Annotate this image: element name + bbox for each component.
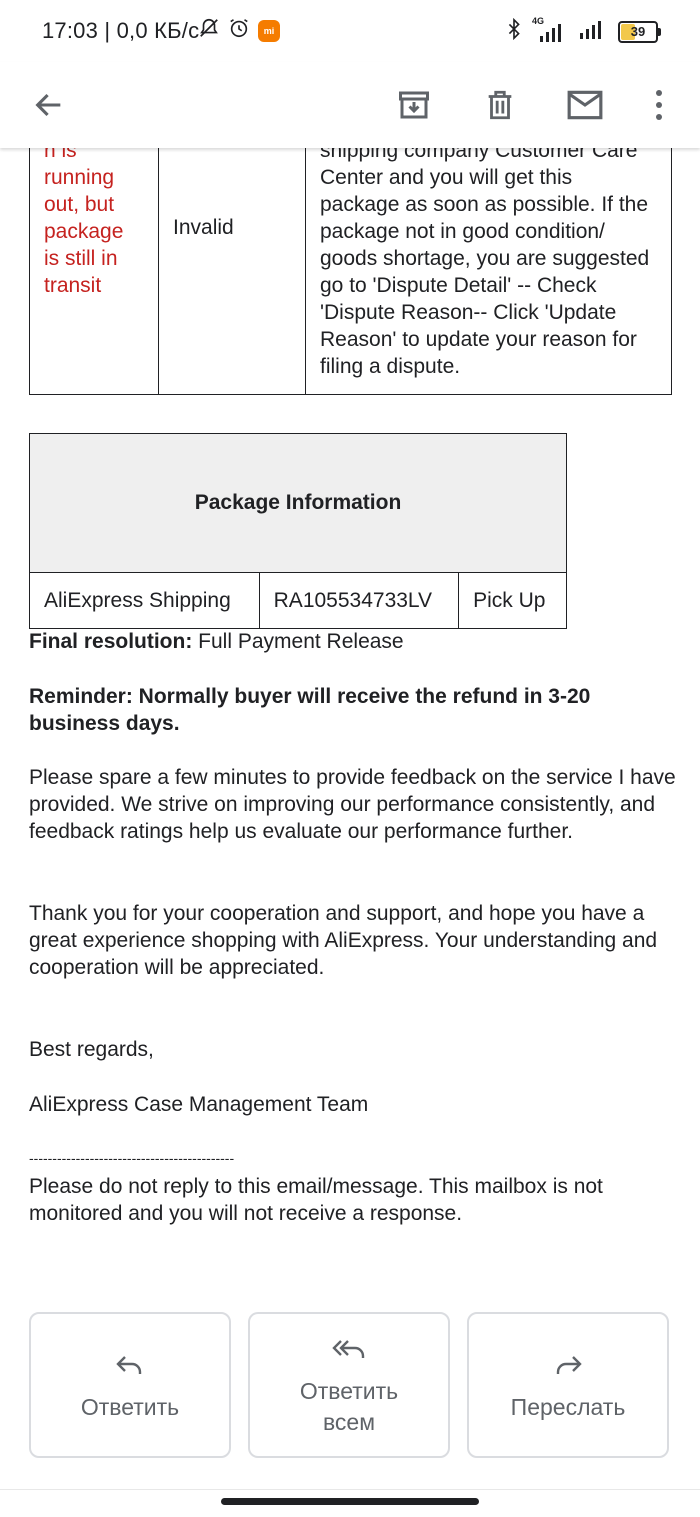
battery-icon: 39	[618, 21, 661, 43]
reason-line: n is	[44, 148, 77, 162]
arrow-back-icon	[35, 93, 61, 117]
home-indicator[interactable]	[221, 1498, 479, 1505]
forward-icon	[556, 1355, 582, 1374]
reason-line: is still in	[44, 247, 118, 270]
status-bar: 17:03 | 0,0 КБ/с mi 4G 39	[0, 0, 700, 62]
package-carrier: AliExpress Shipping	[29, 572, 260, 629]
reason-line: running	[44, 166, 115, 189]
signal-4g-icon: 4G	[532, 16, 568, 42]
trash-icon	[488, 90, 512, 120]
email-body: n is running out, but package is still i…	[0, 148, 700, 1298]
mark-unread-button[interactable]	[560, 80, 610, 130]
package-header: Package Information	[29, 433, 567, 573]
package-table: Package Information AliExpress Shipping …	[29, 433, 567, 629]
table-row: n is running out, but package is still i…	[29, 148, 672, 395]
nav-divider	[0, 1489, 700, 1490]
mail-icon	[567, 90, 603, 120]
reply-button[interactable]: Ответить	[29, 1312, 231, 1458]
reply-all-label: Ответить всем	[299, 1378, 399, 1435]
package-tracking-number[interactable]: RA105534733LV	[258, 572, 460, 629]
email-actions: Ответить Ответить всем Переслать	[0, 1312, 700, 1462]
table-row: AliExpress Shipping RA105534733LV Pick U…	[29, 572, 567, 629]
reply-all-button[interactable]: Ответить всем	[248, 1312, 450, 1458]
final-resolution-label: Final resolution:	[29, 630, 193, 653]
clock-text: 17:03	[42, 18, 99, 43]
feedback-paragraph: Please spare a few minutes to provide fe…	[29, 766, 676, 843]
forward-label: Переслать	[510, 1393, 626, 1420]
bluetooth-icon	[506, 17, 522, 46]
regards-text: Best regards,	[29, 1038, 154, 1061]
dispute-status-cell: Invalid	[158, 148, 306, 395]
network-speed: | 0,0 КБ/с	[104, 18, 200, 43]
delete-button[interactable]	[475, 80, 525, 130]
more-vert-icon	[656, 90, 662, 120]
final-resolution-value: Full Payment Release	[192, 630, 404, 653]
signature-divider: ----------------------------------------…	[29, 1150, 235, 1166]
signal-icon	[578, 19, 608, 45]
alarm-icon	[228, 17, 250, 45]
thanks-paragraph: Thank you for your cooperation and suppo…	[29, 902, 658, 979]
status-time: 17:03 | 0,0 КБ/с	[42, 18, 199, 44]
dispute-table: n is running out, but package is still i…	[29, 148, 672, 395]
dispute-reason-cell: n is running out, but package is still i…	[29, 148, 159, 395]
dispute-explanation: shipping company Customer Care Center an…	[320, 148, 650, 378]
signature-team: AliExpress Case Management Team	[29, 1093, 369, 1116]
refund-reminder: Reminder: Normally buyer will receive th…	[29, 685, 591, 735]
reply-label: Ответить	[80, 1393, 180, 1420]
dispute-status: Invalid	[173, 215, 234, 239]
reply-icon	[116, 1355, 142, 1374]
email-toolbar	[0, 62, 700, 148]
archive-icon	[399, 91, 429, 119]
back-button[interactable]	[24, 80, 74, 130]
reply-all-icon	[332, 1340, 365, 1358]
network-type: 4G	[532, 16, 545, 26]
reason-line: transit	[44, 274, 102, 297]
reason-line: out, but	[44, 193, 115, 216]
dispute-explanation-cell: shipping company Customer Care Center an…	[305, 148, 672, 395]
dnd-bell-icon	[198, 17, 220, 45]
package-method: Pick Up	[458, 572, 567, 629]
archive-button[interactable]	[389, 80, 439, 130]
no-reply-notice: Please do not reply to this email/messag…	[29, 1175, 603, 1225]
final-resolution: Final resolution: Full Payment Release	[29, 628, 679, 655]
more-options-button[interactable]	[634, 80, 684, 130]
battery-level: 39	[630, 24, 646, 39]
mi-app-icon: mi	[258, 20, 280, 42]
forward-button[interactable]: Переслать	[467, 1312, 669, 1458]
reason-line: package	[44, 220, 124, 243]
